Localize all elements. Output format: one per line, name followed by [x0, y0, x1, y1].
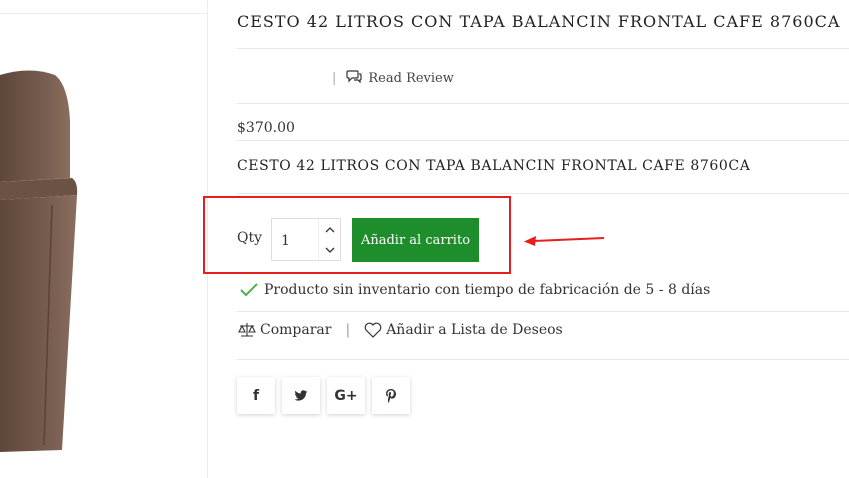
heart-icon	[364, 322, 382, 338]
divider	[237, 311, 849, 312]
read-review-link[interactable]: Read Review	[368, 71, 454, 86]
product-actions: Comparar | Añadir a Lista de Deseos	[238, 322, 563, 338]
annotation-arrow-icon	[524, 236, 605, 246]
facebook-icon: f	[252, 387, 260, 404]
annotation-highlight-box	[203, 196, 511, 274]
balance-scale-icon	[238, 323, 256, 337]
compare-label: Comparar	[260, 322, 332, 338]
twitter-icon	[294, 389, 308, 401]
googleplus-icon: G+	[334, 387, 358, 404]
divider	[237, 193, 849, 194]
check-icon	[240, 283, 258, 297]
product-price: $370.00	[237, 120, 295, 136]
product-title: CESTO 42 LITROS CON TAPA BALANCIN FRONTA…	[237, 12, 841, 31]
wishlist-link[interactable]: Añadir a Lista de Deseos	[364, 322, 563, 338]
stock-status: Producto sin inventario con tiempo de fa…	[240, 282, 710, 298]
stock-message: Producto sin inventario con tiempo de fa…	[264, 282, 711, 298]
pinterest-share-button[interactable]	[372, 377, 410, 414]
image-top-border	[0, 13, 207, 14]
divider	[237, 359, 849, 360]
actions-separator: |	[345, 322, 351, 338]
review-row: | Read Review	[332, 69, 454, 87]
wishlist-label: Añadir a Lista de Deseos	[386, 322, 563, 338]
googleplus-share-button[interactable]: G+	[327, 377, 365, 414]
trash-bin-image	[0, 70, 78, 452]
product-description: CESTO 42 LITROS CON TAPA BALANCIN FRONTA…	[237, 158, 751, 174]
divider	[237, 140, 849, 141]
comments-icon	[346, 69, 362, 87]
compare-link[interactable]: Comparar	[238, 322, 331, 338]
product-image[interactable]	[0, 0, 208, 478]
twitter-share-button[interactable]	[282, 377, 320, 414]
pinterest-icon	[386, 388, 396, 403]
divider	[237, 48, 849, 49]
divider	[237, 103, 849, 104]
review-separator: |	[332, 70, 337, 86]
facebook-share-button[interactable]: f	[237, 377, 275, 414]
